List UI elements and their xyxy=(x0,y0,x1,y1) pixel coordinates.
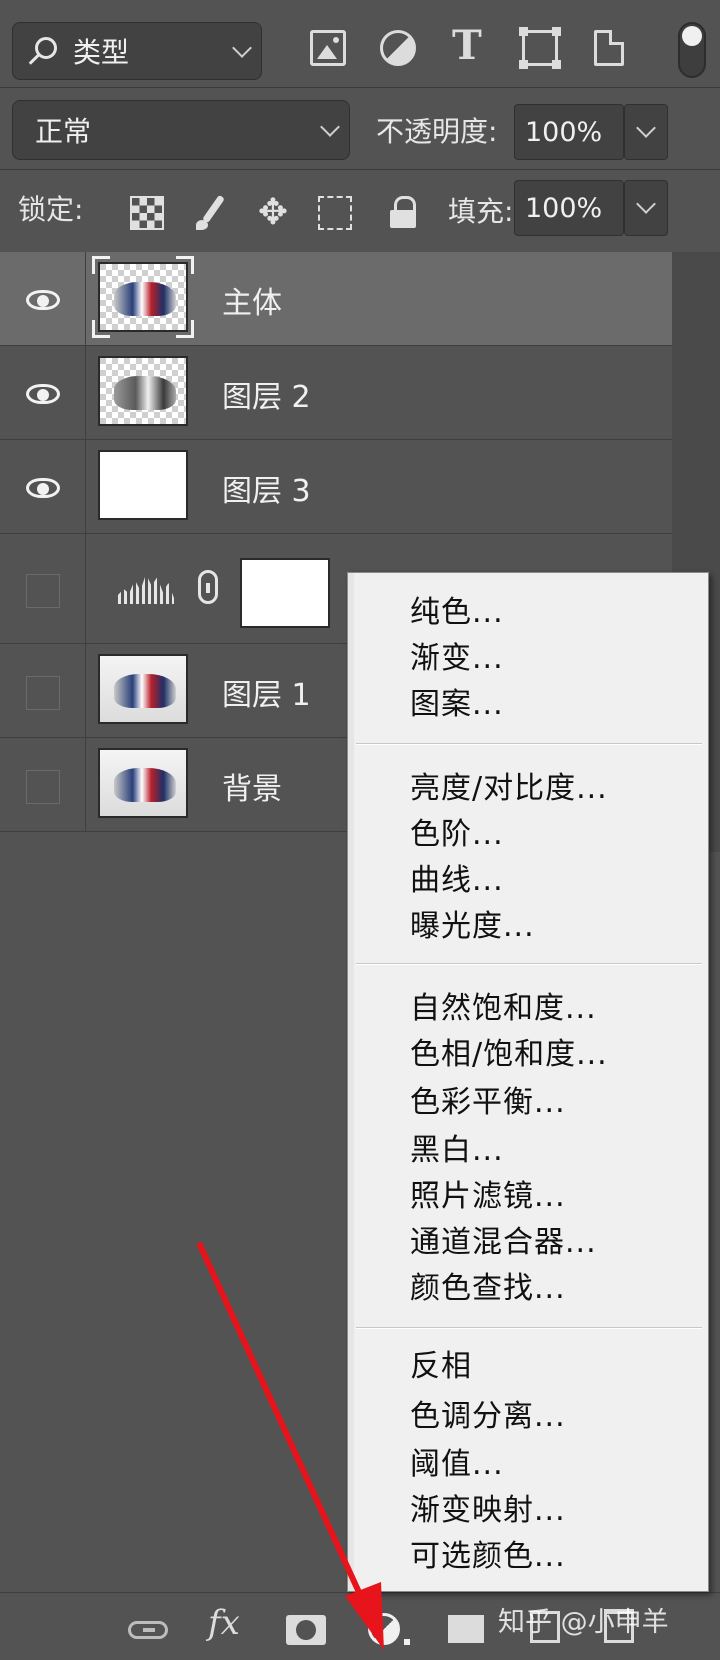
fill-input[interactable]: 100% xyxy=(514,180,624,236)
visibility-cell xyxy=(0,346,86,439)
new-group-icon[interactable] xyxy=(448,1615,484,1643)
visibility-cell xyxy=(0,252,86,345)
layer-row[interactable]: 图层 3 xyxy=(0,440,672,534)
lock-artboard-icon[interactable] xyxy=(318,196,352,230)
menu-item-brightness-contrast[interactable]: 亮度/对比度... xyxy=(410,763,608,807)
menu-item-solid-color[interactable]: 纯色... xyxy=(410,587,504,631)
menu-separator xyxy=(356,743,702,745)
menu-item-selective-color[interactable]: 可选颜色... xyxy=(410,1531,566,1575)
visibility-cell xyxy=(0,644,86,737)
fx-icon[interactable]: fx xyxy=(208,1603,240,1643)
filter-kind-dropdown[interactable]: 类型 xyxy=(12,22,262,80)
eye-icon[interactable] xyxy=(26,478,60,498)
opacity-input[interactable]: 100% xyxy=(514,104,624,160)
new-adjustment-layer-icon[interactable] xyxy=(368,1613,400,1645)
lock-all-icon[interactable] xyxy=(388,196,422,230)
smart-object-filter-icon[interactable] xyxy=(594,30,624,66)
visibility-toggle[interactable] xyxy=(26,770,60,804)
menu-item-gradient-map[interactable]: 渐变映射... xyxy=(410,1485,566,1529)
layer-thumbnail xyxy=(98,654,188,724)
visibility-cell xyxy=(0,738,86,831)
layer-row[interactable]: 主体 xyxy=(0,252,672,346)
eye-icon[interactable] xyxy=(26,290,60,310)
watermark: 知乎 @小申羊 xyxy=(498,1607,669,1638)
menu-item-invert[interactable]: 反相 xyxy=(410,1341,472,1385)
adjustment-filter-icon[interactable] xyxy=(380,30,416,66)
menu-item-posterize[interactable]: 色调分离... xyxy=(410,1391,566,1435)
menu-item-photo-filter[interactable]: 照片滤镜... xyxy=(410,1171,566,1215)
link-icon[interactable] xyxy=(198,570,218,604)
menu-item-gradient[interactable]: 渐变... xyxy=(410,633,504,677)
levels-icon xyxy=(118,574,174,604)
type-filter-icon[interactable]: T xyxy=(452,26,488,66)
menu-item-vibrance[interactable]: 自然饱和度... xyxy=(410,983,597,1027)
menu-gutter xyxy=(348,573,354,1591)
chevron-down-icon xyxy=(320,117,340,137)
filter-kind-label: 类型 xyxy=(73,36,130,69)
add-mask-icon[interactable] xyxy=(286,1615,326,1645)
visibility-cell xyxy=(0,440,86,533)
menu-item-hue-saturation[interactable]: 色相/饱和度... xyxy=(410,1029,608,1073)
lock-label: 锁定: xyxy=(18,193,84,226)
menu-item-exposure[interactable]: 曝光度... xyxy=(410,901,535,945)
layer-mask-thumbnail[interactable] xyxy=(240,558,330,628)
lock-position-icon[interactable]: ✥ xyxy=(256,195,290,231)
layer-name: 图层 1 xyxy=(222,678,311,713)
adjustment-menu: 纯色... 渐变... 图案... 亮度/对比度... 色阶... 曲线... … xyxy=(347,572,709,1592)
layer-thumbnail xyxy=(98,356,188,426)
fill-dropdown-button[interactable] xyxy=(624,180,668,236)
visibility-toggle[interactable] xyxy=(26,676,60,710)
layer-thumbnail xyxy=(98,748,188,818)
menu-item-pattern[interactable]: 图案... xyxy=(410,679,504,723)
lock-transparent-pixels-icon[interactable] xyxy=(130,196,164,230)
opacity-label: 不透明度: xyxy=(376,115,498,148)
menu-separator xyxy=(356,963,702,965)
menu-item-curves[interactable]: 曲线... xyxy=(410,855,504,899)
layer-name: 主体 xyxy=(222,286,282,321)
menu-item-channel-mixer[interactable]: 通道混合器... xyxy=(410,1217,597,1261)
layer-name: 图层 3 xyxy=(222,474,311,509)
search-icon xyxy=(35,37,57,59)
menu-item-threshold[interactable]: 阈值... xyxy=(410,1439,504,1483)
layer-name: 图层 2 xyxy=(222,380,311,415)
layer-filter-bar: 类型 T xyxy=(0,0,720,88)
fill-label: 填充: xyxy=(448,195,514,228)
menu-item-color-balance[interactable]: 色彩平衡... xyxy=(410,1077,566,1121)
layer-thumbnail xyxy=(98,262,188,332)
menu-item-black-white[interactable]: 黑白... xyxy=(410,1125,504,1169)
lock-image-pixels-icon[interactable] xyxy=(194,196,228,230)
submenu-indicator xyxy=(404,1639,410,1645)
shape-filter-icon[interactable] xyxy=(519,27,561,69)
blend-mode-value: 正常 xyxy=(35,115,92,148)
visibility-cell xyxy=(0,534,86,643)
layer-name: 背景 xyxy=(222,772,282,807)
eye-icon[interactable] xyxy=(26,384,60,404)
chevron-down-icon xyxy=(232,38,252,58)
layer-row[interactable]: 图层 2 xyxy=(0,346,672,440)
filter-toggle[interactable] xyxy=(678,22,706,78)
menu-separator xyxy=(356,1327,702,1329)
layer-thumbnail xyxy=(98,450,188,520)
menu-item-levels[interactable]: 色阶... xyxy=(410,809,504,853)
opacity-dropdown-button[interactable] xyxy=(624,104,668,160)
link-layers-icon[interactable] xyxy=(128,1621,168,1639)
visibility-toggle[interactable] xyxy=(26,574,60,608)
image-filter-icon[interactable] xyxy=(310,30,346,66)
menu-item-color-lookup[interactable]: 颜色查找... xyxy=(410,1263,566,1307)
blend-mode-dropdown[interactable]: 正常 xyxy=(12,100,350,160)
